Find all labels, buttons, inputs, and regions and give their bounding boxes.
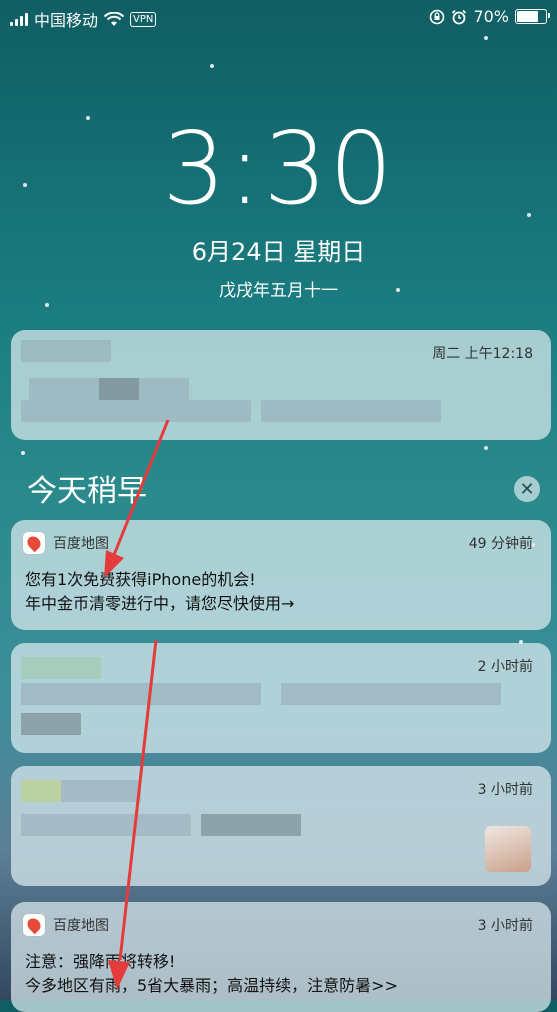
annotation-arrows xyxy=(104,419,170,990)
